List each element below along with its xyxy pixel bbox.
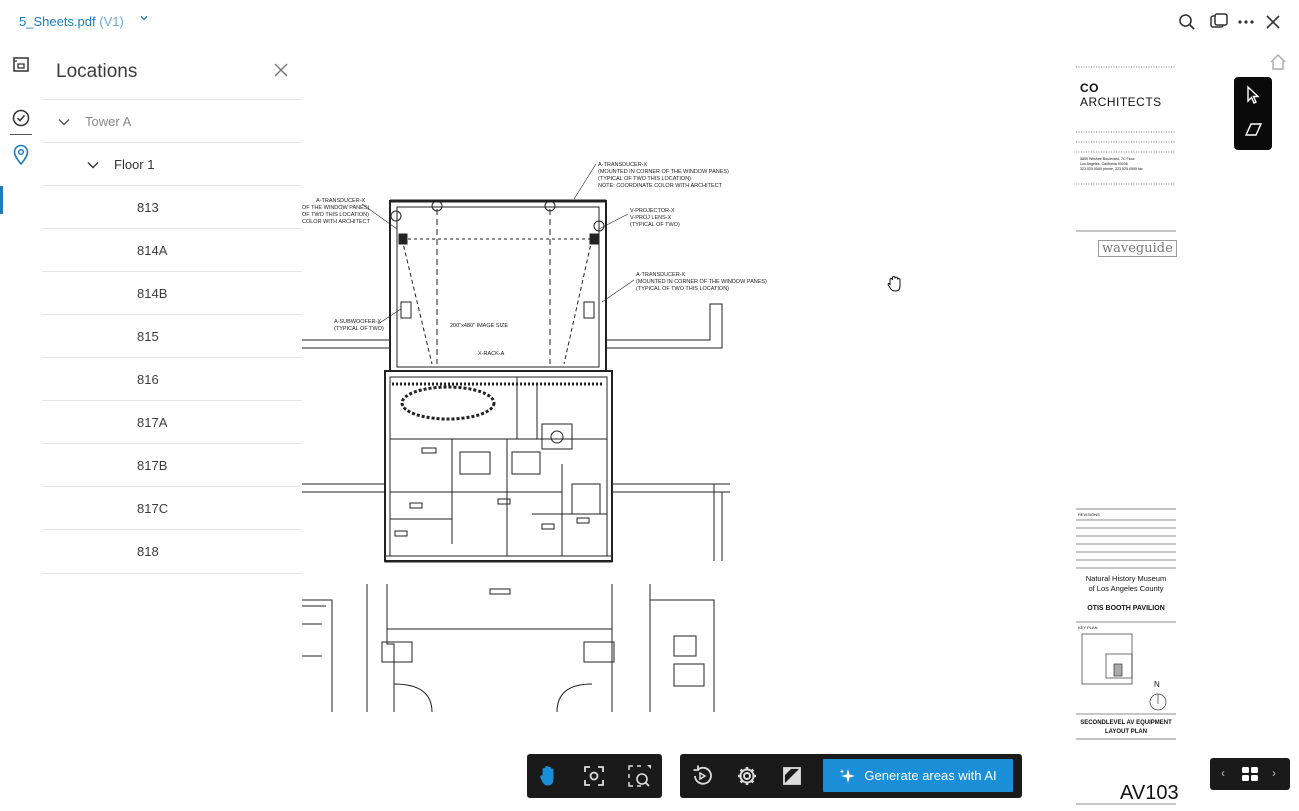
sheet-number: AV103 <box>1120 782 1179 804</box>
sheet-pager: ‹ › <box>1210 758 1290 790</box>
tree-item-label: 817B <box>137 458 168 473</box>
tree-item-room[interactable]: 817B <box>42 443 302 487</box>
annotation-image-size: 200"x480" IMAGE SIZE <box>450 323 508 329</box>
navigation-toolbar <box>527 754 662 798</box>
sheet-title-block: CO ARCHITECTS 5859 Wilshire Boulevard, 7… <box>1076 64 1179 811</box>
more-options-icon[interactable] <box>1235 11 1257 33</box>
sheet-canvas[interactable]: A-TRANSDUCER-X (MOUNTED IN CORNER OF THE… <box>302 44 1299 811</box>
client-name: Natural History Museum of Los Angeles Co… <box>1076 574 1176 594</box>
home-view-icon[interactable] <box>1268 52 1288 72</box>
tree-item-label: 817C <box>137 501 169 516</box>
tree-item-label: 818 <box>137 544 159 559</box>
tree-item-room[interactable]: 814B <box>42 271 302 315</box>
sheet-title: SECONDLEVEL AV EQUIPMENT LAYOUT PLAN <box>1076 719 1176 737</box>
sheet-title-line-2: LAYOUT PLAN <box>1104 729 1148 735</box>
issues-check-icon[interactable] <box>9 106 33 130</box>
sheets-grid-icon[interactable] <box>1241 766 1259 787</box>
client-line-1: Natural History Museum <box>1085 574 1167 583</box>
search-icon[interactable] <box>1176 11 1198 33</box>
key-plan-label: KEY PLAN <box>1078 625 1098 630</box>
locations-pin-icon[interactable] <box>9 143 33 167</box>
tree-item-room[interactable]: 813 <box>42 185 302 229</box>
tree-item-label: 816 <box>137 372 159 387</box>
annotation-transducer-top: A-TRANSDUCER-X (MOUNTED IN CORNER OF THE… <box>598 162 730 189</box>
tree-item-tower-a[interactable]: Tower A <box>42 99 302 143</box>
chevron-down-icon[interactable] <box>57 115 71 129</box>
tree-item-room[interactable]: 815 <box>42 314 302 358</box>
generate-areas-ai-button[interactable]: Generate areas with AI <box>823 759 1013 792</box>
firm-address: 5859 Wilshire Boulevard, 7C Floor Los An… <box>1080 157 1143 171</box>
document-name[interactable]: 5_Sheets.pdf <box>19 14 96 29</box>
annotation-subwoofer: A-SUBWOOFER-X (TYPICAL OF TWO) <box>334 319 384 332</box>
tree-item-room[interactable]: 817C <box>42 486 302 530</box>
area-draw-icon[interactable] <box>1243 119 1263 139</box>
ai-sparkle-icon <box>839 768 856 783</box>
rail-divider <box>10 134 32 135</box>
version-dropdown-chevron-icon[interactable] <box>139 13 149 26</box>
zoom-region-icon[interactable] <box>627 764 651 788</box>
tree-item-room[interactable]: 814A <box>42 228 302 272</box>
architect-firm: CO ARCHITECTS <box>1080 81 1176 109</box>
close-viewer-icon[interactable] <box>1262 11 1284 33</box>
pan-hand-cursor-icon <box>887 275 901 292</box>
tree-item-label: 814A <box>137 243 168 258</box>
previous-sheet-chevron-icon[interactable]: ‹ <box>1221 766 1225 780</box>
tree-item-floor-1[interactable]: Floor 1 <box>42 142 302 186</box>
panel-title: Locations <box>56 61 138 82</box>
project-name: OTIS BOOTH PAVILION <box>1087 605 1165 612</box>
document-title[interactable]: 5_Sheets.pdf (V1) <box>19 14 124 29</box>
markup-tool-palette <box>1234 77 1272 150</box>
revisions-label: REVISIONS <box>1078 512 1100 517</box>
tree-item-label: 817A <box>137 415 168 430</box>
document-version[interactable]: (V1) <box>99 14 124 29</box>
tree-item-room[interactable]: 818 <box>42 529 302 574</box>
next-sheet-chevron-icon[interactable]: › <box>1272 766 1276 780</box>
annotation-rack: X-RACK-A <box>478 351 505 357</box>
pan-hand-icon[interactable] <box>536 764 560 788</box>
tree-item-label: Floor 1 <box>114 157 155 172</box>
annotation-transducer-right: A-TRANSDUCER-X (MOUNTED IN CORNER OF THE… <box>636 272 768 292</box>
chevron-down-icon[interactable] <box>86 158 100 172</box>
fit-to-view-icon[interactable] <box>582 764 606 788</box>
tree-item-label: 814B <box>137 286 168 301</box>
client-line-2: of Los Angeles County <box>1088 584 1164 593</box>
tree-item-room[interactable]: 817A <box>42 400 302 444</box>
consultant-logo: waveguide <box>1098 240 1177 257</box>
view-toolbar: Generate areas with AI <box>680 754 1022 798</box>
rotate-view-icon[interactable] <box>690 764 714 788</box>
left-rail <box>0 44 43 811</box>
tree-item-room[interactable]: 816 <box>42 357 302 401</box>
tree-item-label: 813 <box>137 200 159 215</box>
tree-item-label: Tower A <box>85 114 132 129</box>
top-bar: 5_Sheets.pdf (V1) <box>0 0 1299 45</box>
firm-mark: CO <box>1080 81 1099 95</box>
sheet-title-line-1: SECONDLEVEL AV EQUIPMENT <box>1080 720 1172 726</box>
close-panel-icon[interactable] <box>271 60 291 80</box>
generate-areas-label: Generate areas with AI <box>864 768 997 783</box>
firm-name: ARCHITECTS <box>1080 95 1162 109</box>
tree-item-label: 815 <box>137 329 159 344</box>
settings-gear-icon[interactable] <box>735 764 759 788</box>
north-arrow-label: N <box>1154 680 1160 689</box>
locations-panel: Locations Tower A Floor 1 813 814A 814B … <box>42 44 303 811</box>
select-pointer-icon[interactable] <box>1243 85 1263 105</box>
annotation-transducer-left: A-TRANSDUCER-X OF THE WINDOW PANES) OF T… <box>302 198 371 225</box>
fullscreen-icon[interactable] <box>780 764 804 788</box>
rail-active-indicator <box>0 186 3 214</box>
sheets-icon[interactable] <box>9 53 33 77</box>
compare-sheets-icon[interactable] <box>1208 11 1230 33</box>
annotation-projector: V-PROJECTOR-X V-PROJ LENS-X (TYPICAL OF … <box>630 208 680 228</box>
